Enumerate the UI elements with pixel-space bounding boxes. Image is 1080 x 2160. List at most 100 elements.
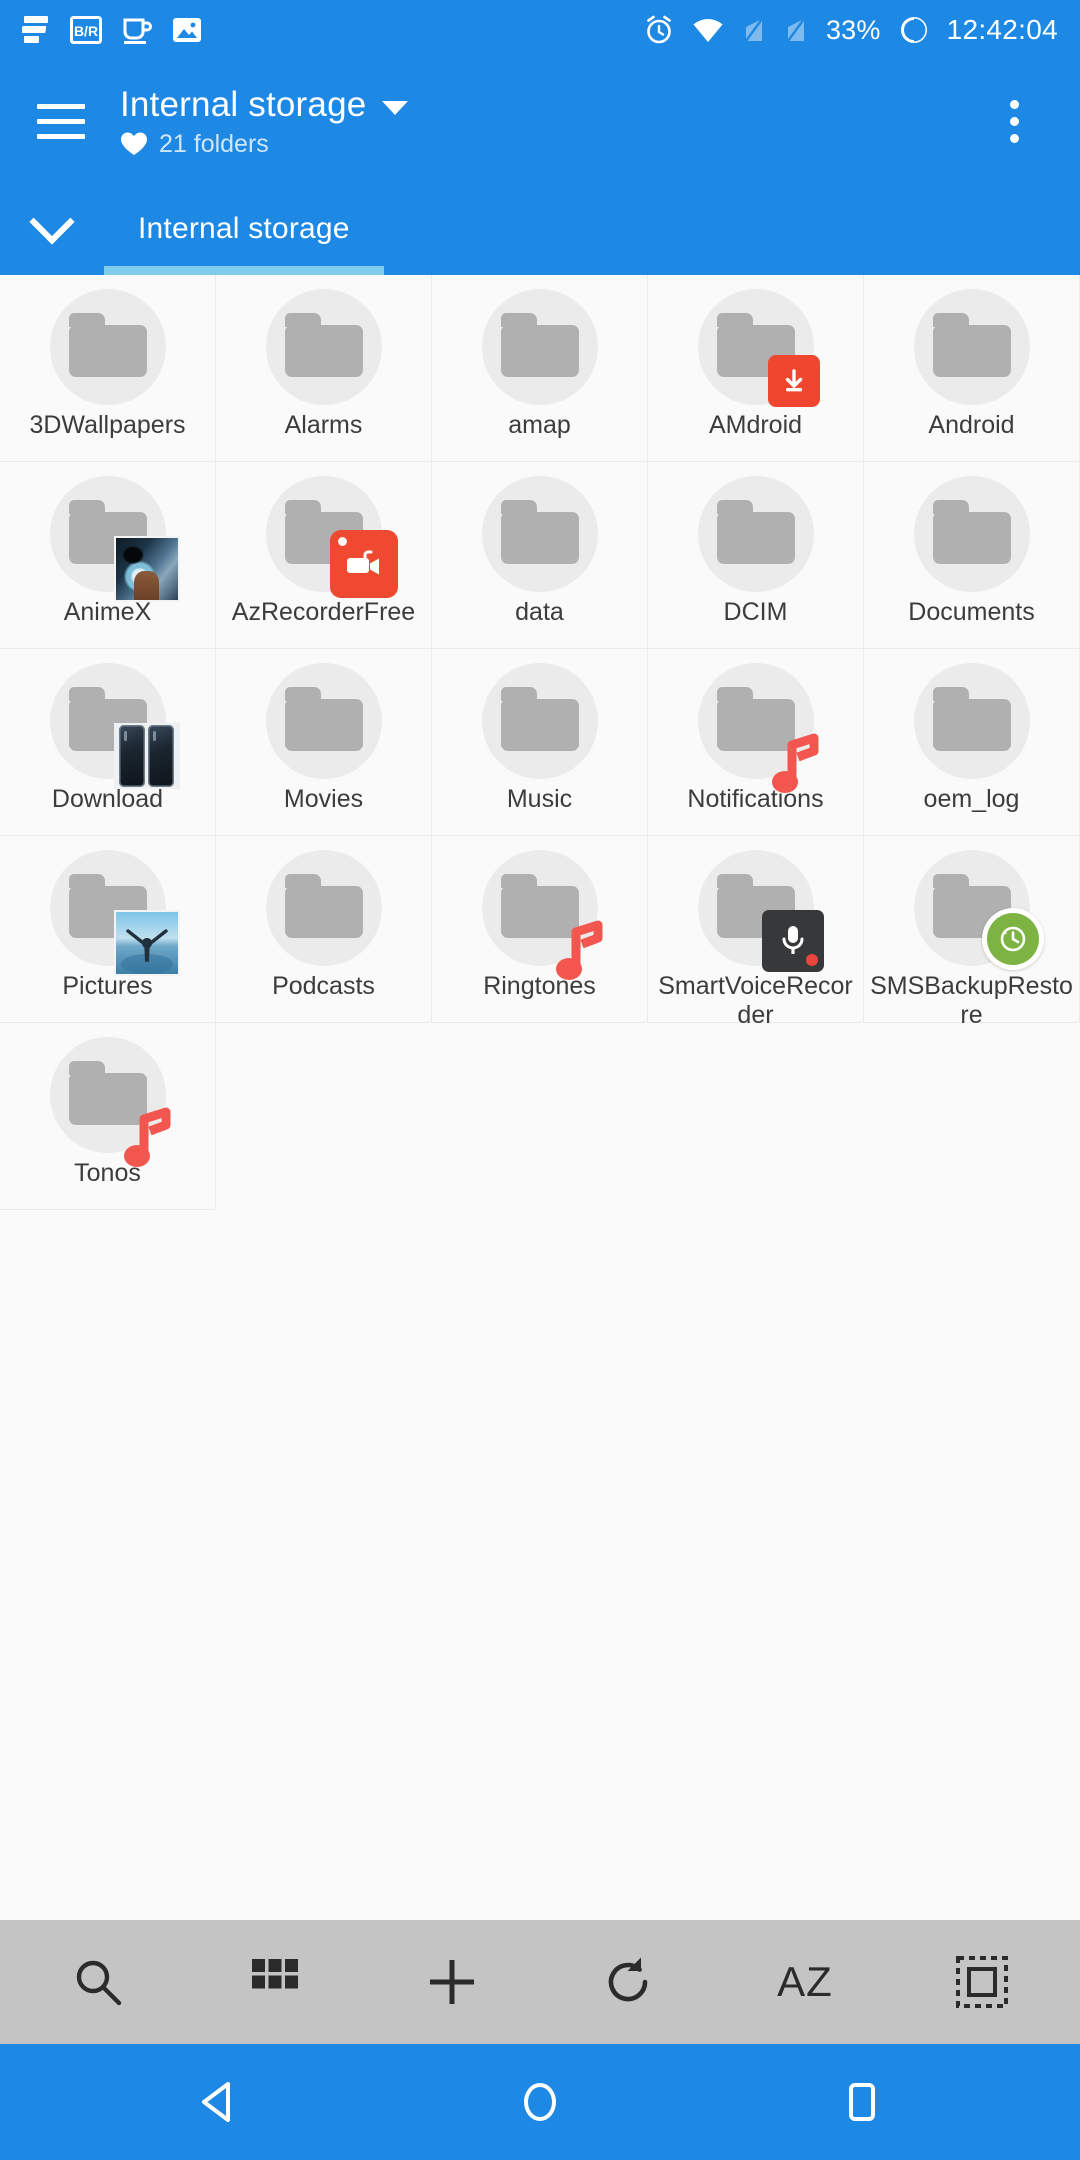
circle-home-icon[interactable] [497, 2059, 583, 2145]
br-box-icon: B/R [70, 16, 102, 44]
grid-item-label: DCIM [723, 598, 788, 626]
phone-screen: B/R 33% 12:42:04 Internal storage 21 fol… [0, 0, 1080, 2160]
grid-item-notifications[interactable]: Notifications [648, 649, 864, 836]
folder-icon [265, 850, 382, 966]
sim2-signal-icon [786, 18, 805, 42]
grid-item-tonos[interactable]: Tonos [0, 1023, 216, 1210]
chevron-down-icon[interactable] [0, 182, 104, 275]
download-icon [767, 355, 820, 407]
folder-icon [481, 476, 598, 592]
folder-icon [697, 476, 814, 592]
folder-icon [265, 663, 382, 779]
caret-down-icon[interactable] [382, 100, 409, 115]
music-note-icon [120, 1105, 176, 1167]
grid-item-amap[interactable]: amap [432, 275, 648, 462]
square-recents-icon[interactable] [819, 2059, 905, 2145]
triangle-back-icon[interactable] [175, 2059, 261, 2145]
folder-icon [49, 1037, 170, 1167]
az-sort-label: AZ [777, 1958, 833, 2005]
status-bar: B/R 33% 12:42:04 [0, 0, 1080, 60]
svg-text:B/R: B/R [74, 23, 98, 39]
grid-item-dcim[interactable]: DCIM [648, 462, 864, 649]
overflow-menu-icon[interactable] [982, 89, 1046, 153]
grid-item-data[interactable]: data [432, 462, 648, 649]
folder-icon [913, 663, 1030, 779]
subtitle-row: 21 folders [120, 130, 408, 158]
grid-item-android[interactable]: Android [864, 275, 1080, 462]
grid-item-download[interactable]: Download [0, 649, 216, 836]
history-clock-icon [981, 908, 1044, 970]
grid-item-podcasts[interactable]: Podcasts [216, 836, 432, 1023]
grid-item-movies[interactable]: Movies [216, 649, 432, 836]
grid-item-label: Alarms [284, 411, 363, 439]
folder-icon [481, 663, 598, 779]
folder-icon [265, 289, 382, 405]
grid-item-oem_log[interactable]: oem_log [864, 649, 1080, 836]
phone-thumbnail [113, 723, 180, 789]
folder-icon [697, 663, 818, 793]
folder-icon [481, 289, 598, 405]
android-navigation-bar [0, 2044, 1080, 2160]
grid-item-label: Documents [908, 598, 1035, 626]
grid-item-documents[interactable]: Documents [864, 462, 1080, 649]
video-camera-icon [329, 530, 398, 598]
breadcrumb: Internal storage [0, 182, 1080, 275]
grid-item-label: AzRecorderFree [231, 598, 416, 626]
app-bar-title-block[interactable]: Internal storage 21 folders [120, 84, 409, 158]
grid-item-ringtones[interactable]: Ringtones [432, 836, 648, 1023]
coffee-cup-icon [123, 18, 152, 44]
battery-percent-label: 33% [825, 14, 881, 45]
refresh-icon[interactable] [573, 1927, 683, 2037]
folder-icon [49, 476, 180, 602]
grid-item-smartvoicerecorder[interactable]: SmartVoiceRecorder [648, 836, 864, 1029]
grid-item-amdroid[interactable]: AMdroid [648, 275, 864, 462]
folder-icon [913, 850, 1044, 970]
folder-grid: 3DWallpapers Alarms amap AMdroid Android… [0, 275, 1080, 1210]
status-system-icons: 33% 12:42:04 [644, 14, 1058, 46]
grid-item-pictures[interactable]: Pictures [0, 836, 216, 1023]
grid-item-label: Movies [283, 785, 364, 813]
page-title: Internal storage [120, 84, 367, 124]
grid-item-music[interactable]: Music [432, 649, 648, 836]
grid-item-label: Pictures [62, 972, 153, 1000]
breadcrumb-tab-label: Internal storage [138, 211, 350, 245]
grid-view-icon[interactable] [220, 1927, 330, 2037]
app-bar: Internal storage 21 folders Internal sto… [0, 60, 1080, 275]
clock-label: 12:42:04 [946, 14, 1058, 45]
image-thumbnail [113, 910, 180, 976]
grid-item-label: Ringtones [483, 972, 596, 1000]
breadcrumb-tab-internal-storage[interactable]: Internal storage [104, 182, 384, 275]
grid-item-label: Tonos [74, 1159, 141, 1187]
evernote-icon [22, 16, 48, 43]
select-all-icon[interactable] [927, 1927, 1037, 2037]
folder-icon [913, 289, 1030, 405]
hamburger-menu-icon[interactable] [30, 90, 92, 152]
grid-item-label: oem_log [923, 785, 1020, 813]
music-note-icon [768, 731, 824, 793]
bottom-toolbar: AZ [0, 1920, 1080, 2044]
folder-icon [697, 850, 824, 972]
grid-item-azrecorderfree[interactable]: AzRecorderFree [216, 462, 432, 649]
folder-icon [49, 850, 180, 976]
grid-item-smsbackuprestore[interactable]: SMSBackupRestore [864, 836, 1080, 1029]
grid-item-animex[interactable]: AnimeX [0, 462, 216, 649]
grid-item-label: SmartVoiceRecorder [658, 972, 853, 1029]
folder-icon [265, 476, 398, 598]
music-note-icon [552, 918, 608, 980]
plus-icon[interactable] [397, 1927, 507, 2037]
image-thumbnail [113, 536, 180, 602]
az-sort-icon[interactable]: AZ [750, 1927, 860, 2037]
title-row[interactable]: Internal storage [120, 84, 409, 125]
folder-icon [481, 850, 602, 980]
grid-item-3dwallpapers[interactable]: 3DWallpapers [0, 275, 216, 462]
folder-icon [913, 476, 1030, 592]
tab-active-indicator [104, 266, 384, 275]
search-icon[interactable] [43, 1927, 153, 2037]
heart-icon[interactable] [120, 131, 148, 156]
microphone-icon [761, 910, 824, 972]
grid-item-label: SMSBackupRestore [870, 972, 1073, 1029]
alarm-icon [647, 15, 671, 44]
grid-item-label: AMdroid [708, 411, 803, 439]
grid-item-label: Music [506, 785, 573, 813]
grid-item-alarms[interactable]: Alarms [216, 275, 432, 462]
